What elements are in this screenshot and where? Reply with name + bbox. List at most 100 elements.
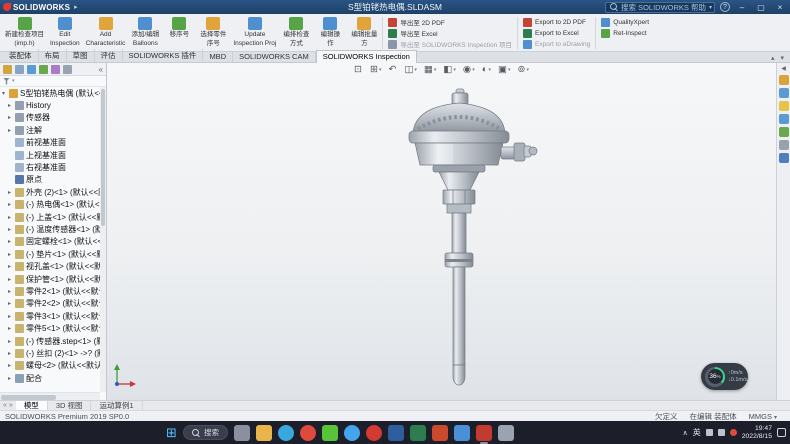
feature-tree-item[interactable]: ▸ (-) 热电偶<1> (默认<<默认>_显示状 [0,199,100,211]
expand-arrow-icon[interactable]: ▾ [2,90,9,97]
expand-arrow-icon[interactable]: ▸ [8,201,15,208]
clock[interactable]: 19:47 2022/8/15 [742,425,772,440]
scrollbar-thumb[interactable] [1,395,56,400]
feature-tree-item[interactable]: 上视基准面 [0,149,100,161]
expand-arrow-icon[interactable]: ▸ [8,375,15,382]
expand-arrow-icon[interactable]: ▸ [8,288,15,295]
ribbon-tab[interactable]: SOLIDWORKS Inspection [316,50,417,63]
notification-center-icon[interactable] [777,428,786,437]
security-tray-icon[interactable] [730,429,737,436]
expand-arrow-icon[interactable]: ▸ [8,263,15,270]
ribbon-button[interactable]: 移序号 [162,15,196,51]
maximize-button[interactable]: ▢ [754,3,768,12]
edit-appearance-icon[interactable]: ◐ ▾ [482,64,491,75]
ribbon-tab[interactable]: 装配体 [3,49,39,62]
network-icon[interactable] [706,429,713,436]
search-caret-icon[interactable]: ▾ [709,4,712,11]
ribbon-pin-icon[interactable]: ▾ [780,54,784,62]
apply-scene-icon[interactable]: ▣ ▾ [498,64,511,75]
ribbon-button[interactable]: 添加/编辑 Balloons [128,15,162,51]
minimize-button[interactable]: – [735,3,749,12]
solidworks-forum-icon[interactable] [779,153,789,163]
ribbon-collapse-icon[interactable]: ▴ [771,54,775,62]
expand-arrow-icon[interactable]: ▸ [8,102,15,109]
graphics-viewport[interactable]: ⊡ ⊞ ▾ ↶ [107,63,776,400]
featuremanager-tree-tab-icon[interactable] [3,65,12,74]
feature-tree-item[interactable]: ▸ (-) 垫片<1> (默认<<默认>_显示状 [0,248,100,260]
feature-tree-item[interactable]: ▸ 注解 [0,124,100,136]
ribbon-button[interactable]: 编辑操 作 [313,15,347,51]
taskbar-search-input[interactable]: 搜索 [183,425,228,440]
feature-tree-item[interactable]: ▸ 螺母<2> (默认<<默认>_显示状态 [0,360,100,372]
panel-collapse-icon[interactable]: « [99,65,103,74]
ime-indicator[interactable]: 英 [693,427,701,438]
feature-tree-item[interactable]: ▸ 外壳 (2)<1> (默认<<默认>_显示状 [0,186,100,198]
help-button[interactable]: ? [720,2,730,12]
expand-arrow-icon[interactable]: ▸ [8,276,15,283]
expand-arrow-icon[interactable]: ▸ [8,114,15,121]
propertymanager-tab-icon[interactable] [15,65,24,74]
ribbon-menu-item[interactable]: Export to eDrawing [523,39,590,49]
feature-tree-item[interactable]: ▸ 零件2<1> (默认<<默认>_显示状态 [0,285,100,297]
feature-tree-item[interactable]: ▸ 传感器 [0,112,100,124]
taskbar-file-explorer-icon[interactable] [256,425,272,441]
taskbar-wechat-icon[interactable] [322,425,338,441]
speed-monitor-widget[interactable]: 36 % ↑0m/s ↓0.1m/s [701,363,748,390]
tab-scroll-right-icon[interactable]: » [9,402,13,409]
custom-properties-icon[interactable] [779,140,789,150]
cam-tree-tab-icon[interactable] [63,65,72,74]
tray-chevron-icon[interactable]: ∧ [683,429,688,437]
expand-arrow-icon[interactable]: ▸ [8,214,15,221]
design-library-icon[interactable] [779,88,789,98]
expand-arrow-icon[interactable]: ▸ [8,189,15,196]
ribbon-menu-item[interactable]: 导出至 Excel [388,28,512,38]
feature-tree-item[interactable]: ▸ (-) 传感器.step<1> (默认<<默认> [0,335,100,347]
taskbar-powerpoint-icon[interactable] [432,425,448,441]
zoom-fit-icon[interactable]: ⊡ [354,64,363,75]
feature-tree-item[interactable]: ▸ (-) 丝扣 (2)<1> ->? (默认<<默认 [0,347,100,359]
feature-tree-root[interactable]: ▾ S型铂铑热电偶 (默认<<默认>_显示状态-1 [0,87,100,99]
feature-tree-item[interactable]: ▸ 保护管<1> (默认<<默认>_显示状态 [0,273,100,285]
feature-tree-item[interactable]: ▸ 视孔盖<1> (默认<<默认>_显示状态 [0,260,100,272]
taskbar-solidworks-icon[interactable] [476,425,492,441]
expand-arrow-icon[interactable]: ▸ [8,350,15,357]
displaymanager-tab-icon[interactable] [51,65,60,74]
taskbar-notepad-icon[interactable] [498,425,514,441]
ribbon-menu-item[interactable]: Export to 2D PDF [523,17,590,27]
ribbon-tab[interactable]: 草图 [67,49,95,62]
expand-arrow-icon[interactable]: ▸ [8,338,15,345]
ribbon-tab[interactable]: SOLIDWORKS CAM [233,51,316,62]
start-button[interactable]: ⊞ [166,426,177,439]
ribbon-menu-item[interactable]: Export to Excel [523,28,590,38]
ribbon-menu-item[interactable]: Ret-Inspect [601,28,649,38]
ribbon-menu-item[interactable]: 导出至 2D PDF [388,17,512,27]
ribbon-button[interactable]: 新建检查项目 (imp.h) [2,15,47,51]
feature-tree-item[interactable]: 前视基准面 [0,137,100,149]
view-settings-icon[interactable]: ⊚ ▾ [518,64,529,75]
expand-arrow-icon[interactable]: ▸ [8,238,15,245]
expand-arrow-icon[interactable]: ▸ [8,127,15,134]
display-style-icon[interactable]: ◧ ▾ [443,64,456,75]
taskbar-excel-icon[interactable] [410,425,426,441]
taskbar-edge-icon[interactable] [278,425,294,441]
ribbon-menu-item[interactable]: QualityXpert [601,17,649,27]
feature-tree-item[interactable]: ▸ 零件2<2> (默认<<默认>_显示状态 [0,298,100,310]
ribbon-button[interactable]: 选择零件 序号 [196,15,230,51]
filter-caret-icon[interactable]: ▾ [12,78,15,84]
help-search-input[interactable]: 搜索 SOLIDWORKS 帮助 ▾ [605,2,715,13]
taskbar-task-view-icon[interactable] [234,425,250,441]
previous-view-icon[interactable]: ↶ [388,64,397,75]
feature-tree-item[interactable]: 原点 [0,174,100,186]
units-selector[interactable]: MMGS▾ [749,412,777,421]
ribbon-button[interactable]: Add Characteristic [83,15,129,51]
ribbon-button[interactable]: Edit Inspection [47,15,83,51]
file-explorer-pane-icon[interactable] [779,101,789,111]
solidworks-resources-icon[interactable] [779,75,789,85]
expand-arrow-icon[interactable]: ▸ [8,226,15,233]
appearances-scenes-icon[interactable] [779,127,789,137]
expand-arrow-icon[interactable]: ▸ [8,300,15,307]
ribbon-tab[interactable]: MBD [203,51,233,62]
expand-arrow-icon[interactable]: ▸ [8,313,15,320]
thermocouple-3d-model[interactable] [319,81,599,400]
filter-funnel-icon[interactable] [3,78,10,85]
